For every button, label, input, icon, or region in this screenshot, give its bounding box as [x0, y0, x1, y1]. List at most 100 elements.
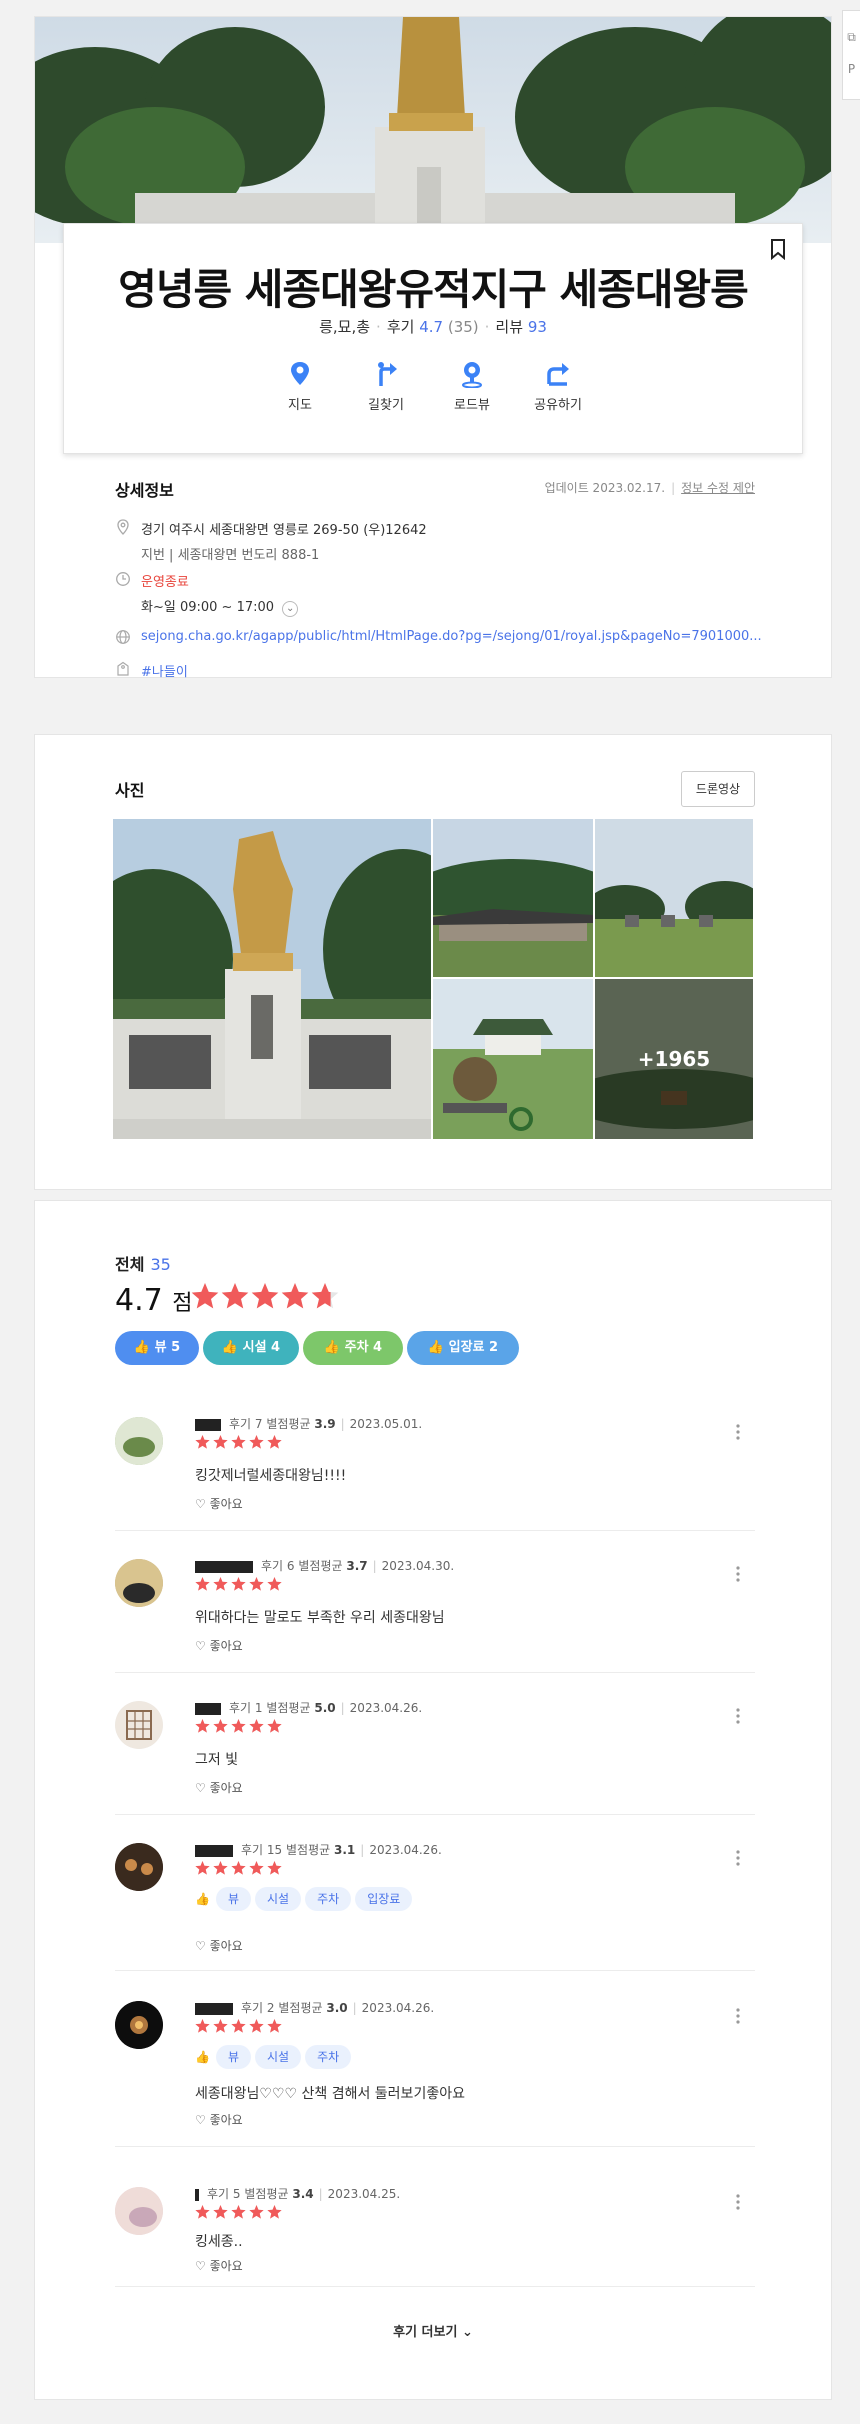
- avatar[interactable]: [115, 1843, 163, 1891]
- avatar[interactable]: [115, 1559, 163, 1607]
- blog-review-label[interactable]: 리뷰: [495, 318, 523, 336]
- keyword-pill-admission[interactable]: 👍 입장료 2: [407, 1331, 519, 1365]
- like-button[interactable]: ♡ 좋아요: [195, 1937, 243, 1954]
- like-button[interactable]: ♡ 좋아요: [195, 2257, 243, 2274]
- review-label[interactable]: 후기: [387, 318, 415, 336]
- roadview-button[interactable]: 로드뷰: [432, 360, 512, 413]
- review-text: 킹갓제너럴세종대왕님!!!!: [195, 1468, 347, 1484]
- hashtag-link[interactable]: #나들이: [141, 661, 188, 680]
- star-icon: [267, 1719, 282, 1733]
- address-text[interactable]: 경기 여주시 세종대왕면 영릉로 269-50 (우)12642: [141, 519, 427, 538]
- star-icon: [249, 1861, 264, 1875]
- star-icon: [213, 1577, 228, 1591]
- keyword-pill-view[interactable]: 👍 뷰 5: [115, 1331, 199, 1365]
- like-button[interactable]: ♡ 좋아요: [195, 2111, 243, 2128]
- side-toolbar[interactable]: ⧉ P: [842, 10, 860, 100]
- star-icon: [231, 1435, 246, 1449]
- like-button[interactable]: ♡ 좋아요: [195, 1495, 243, 1512]
- heart-icon: ♡: [195, 1639, 206, 1653]
- homepage-link[interactable]: sejong.cha.go.kr/agapp/public/html/HtmlP…: [141, 629, 762, 644]
- avatar[interactable]: [115, 2001, 163, 2049]
- reviewer-name-redacted: [195, 1702, 221, 1715]
- star-icon: [251, 1283, 279, 1309]
- review-tag: 뷰: [215, 2045, 251, 2069]
- star-icon: [231, 1861, 246, 1875]
- reviewer-name-redacted: [195, 1560, 253, 1573]
- heart-icon: ♡: [195, 1781, 206, 1795]
- load-more-reviews-button[interactable]: 후기 더보기 ⌄: [35, 2321, 831, 2340]
- reviews-total-label: 전체: [115, 1255, 145, 1274]
- more-options-icon[interactable]: [735, 2007, 741, 2025]
- jibun-label: 지번: [141, 548, 165, 563]
- map-button[interactable]: 지도: [260, 360, 340, 413]
- review-tag: 시설: [255, 2045, 302, 2069]
- review-tag: 주차: [305, 1887, 352, 1911]
- photos-section-title: 사진: [115, 781, 145, 800]
- thumbs-up-icon: 👍: [323, 1340, 341, 1355]
- star-icon: [213, 1719, 228, 1733]
- place-info-panel: 영녕릉 세종대왕유적지구 세종대왕릉 릉,묘,총 · 후기 4.7 (35) · 리뷰 …: [34, 16, 832, 680]
- photo-main[interactable]: [113, 819, 431, 1139]
- details-section-title: 상세정보: [115, 481, 174, 500]
- place-meta: 릉,묘,총 · 후기 4.7 (35) · 리뷰 93: [319, 318, 547, 336]
- reviewer-name-redacted: [195, 1418, 221, 1431]
- photo-2[interactable]: [433, 819, 593, 977]
- heart-icon: ♡: [195, 1939, 206, 1953]
- more-options-icon[interactable]: [735, 1565, 741, 1583]
- review-meta: 후기 15 별점평균 3.1 | 2023.04.26.: [195, 1841, 442, 1858]
- review-text: 세종대왕님♡♡♡ 산책 겸해서 둘러보기좋아요: [195, 2086, 465, 2102]
- reviews-total: 전체 35: [115, 1251, 171, 1275]
- update-info: 업데이트 2023.02.17. | 정보 수정 제안: [544, 481, 755, 495]
- review-star-rating: [195, 1577, 282, 1591]
- star-icon: [195, 2019, 210, 2033]
- reviews-panel: 전체 35 4.7 점 👍 뷰 5 👍 시설 4 👍 주차 4 👍 입장료 2 후…: [34, 1200, 832, 2400]
- star-icon: [231, 2205, 246, 2219]
- avatar[interactable]: [115, 2187, 163, 2235]
- more-photos-count: +1965: [595, 979, 753, 1139]
- review-star-rating: [195, 1719, 282, 1733]
- hero-photo[interactable]: [35, 17, 831, 243]
- more-options-icon[interactable]: [735, 2193, 741, 2211]
- more-options-icon[interactable]: [735, 1849, 741, 1867]
- star-icon: [195, 2205, 210, 2219]
- directions-button[interactable]: 길찾기: [346, 360, 426, 413]
- star-icon: [267, 1577, 282, 1591]
- average-star-rating: [191, 1283, 339, 1309]
- heart-icon: ♡: [195, 2113, 206, 2127]
- place-title: 영녕릉 세종대왕유적지구 세종대왕릉: [118, 265, 749, 314]
- star-icon: [249, 1719, 264, 1733]
- update-date: 업데이트 2023.02.17.: [544, 481, 666, 495]
- thumbs-up-icon: 👍: [195, 1892, 210, 1906]
- photo-4[interactable]: [433, 979, 593, 1139]
- average-score: 4.7 점: [115, 1283, 193, 1318]
- keyword-pill-parking[interactable]: 👍 주차 4: [303, 1331, 403, 1365]
- drone-video-button[interactable]: 드론영상: [681, 771, 755, 807]
- photo-more[interactable]: +1965: [595, 979, 753, 1139]
- thumbs-up-icon: 👍: [221, 1340, 239, 1355]
- operating-status: 운영종료: [141, 575, 189, 590]
- photo-3[interactable]: [595, 819, 753, 977]
- review-text: 위대하다는 말로도 부족한 우리 세종대왕님: [195, 1610, 445, 1626]
- avatar[interactable]: [115, 1701, 163, 1749]
- review-text: 그저 빛: [195, 1752, 239, 1768]
- avatar[interactable]: [115, 1417, 163, 1465]
- review-tag: 뷰: [215, 1887, 251, 1911]
- reviewer-name-redacted: [195, 2002, 233, 2015]
- thumbs-up-icon: 👍: [427, 1340, 445, 1355]
- keyword-pill-facility[interactable]: 👍 시설 4: [203, 1331, 299, 1365]
- chevron-down-icon: ⌄: [461, 2325, 473, 2340]
- more-options-icon[interactable]: [735, 1707, 741, 1725]
- edit-suggestion-link[interactable]: 정보 수정 제안: [681, 481, 755, 495]
- directions-icon: [378, 362, 397, 386]
- more-options-icon[interactable]: [735, 1423, 741, 1441]
- like-button[interactable]: ♡ 좋아요: [195, 1637, 243, 1654]
- star-icon: [221, 1283, 249, 1309]
- like-button[interactable]: ♡ 좋아요: [195, 1779, 243, 1796]
- hours-expand-button[interactable]: ⌄: [282, 601, 299, 617]
- review-item: 후기 5 별점평균 3.4 | 2023.04.25. 킹세종.. ♡ 좋아요: [115, 2187, 755, 2287]
- share-button[interactable]: 공유하기: [518, 360, 598, 413]
- hours-text: 화~일 09:00 ~ 17:00: [141, 600, 275, 615]
- reviews-total-count: 35: [150, 1255, 171, 1274]
- blog-review-count: 93: [527, 318, 547, 336]
- star-icon: [213, 2019, 228, 2033]
